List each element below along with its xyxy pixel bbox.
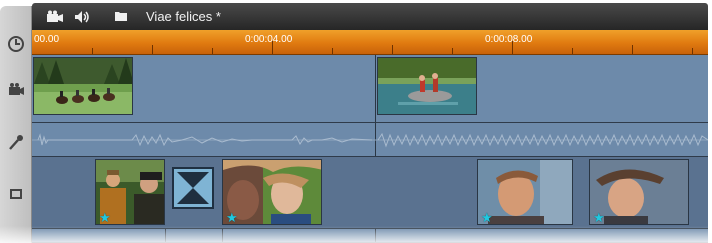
clip-woman-windy[interactable]: ★ bbox=[222, 159, 322, 225]
ruler-label: 0:00:04.00 bbox=[245, 34, 293, 45]
timeline-editor: Viae felices * 00.00 0:00:04.00 0:00:08.… bbox=[0, 0, 712, 243]
clip-rafting-boat[interactable] bbox=[377, 57, 477, 115]
star-icon: ★ bbox=[226, 210, 238, 225]
clip-riders-on-horses[interactable] bbox=[33, 57, 133, 115]
track-sidebar bbox=[0, 6, 32, 243]
speaker-icon[interactable] bbox=[74, 10, 90, 24]
audio-waveform[interactable] bbox=[32, 123, 708, 157]
project-title: Viae felices * bbox=[146, 9, 221, 24]
ruler-label: 00.00 bbox=[34, 34, 60, 45]
folder-icon[interactable] bbox=[114, 10, 128, 22]
microphone-icon[interactable] bbox=[6, 132, 26, 152]
star-icon: ★ bbox=[481, 210, 493, 225]
star-icon: ★ bbox=[593, 210, 605, 225]
clip-man-in-hat[interactable]: ★ bbox=[95, 159, 165, 225]
star-icon: ★ bbox=[99, 210, 111, 225]
video-track-1[interactable] bbox=[32, 55, 708, 123]
title-bar: Viae felices * bbox=[32, 3, 708, 30]
ruler-label: 0:00:08.00 bbox=[485, 34, 533, 45]
bottom-fade bbox=[0, 226, 712, 243]
camera-icon[interactable] bbox=[6, 80, 26, 100]
film-icon[interactable] bbox=[6, 184, 26, 204]
video-track-2[interactable]: ★ ★ ★ ★ bbox=[32, 157, 708, 229]
clock-icon[interactable] bbox=[6, 34, 26, 54]
time-ruler[interactable]: 00.00 0:00:04.00 0:00:08.00 bbox=[32, 30, 708, 55]
clip-young-man[interactable]: ★ bbox=[477, 159, 573, 225]
transition-hourglass[interactable] bbox=[172, 167, 214, 209]
audio-track[interactable] bbox=[32, 123, 708, 157]
clip-boy-in-hat[interactable]: ★ bbox=[589, 159, 689, 225]
camera-icon[interactable] bbox=[46, 10, 64, 24]
